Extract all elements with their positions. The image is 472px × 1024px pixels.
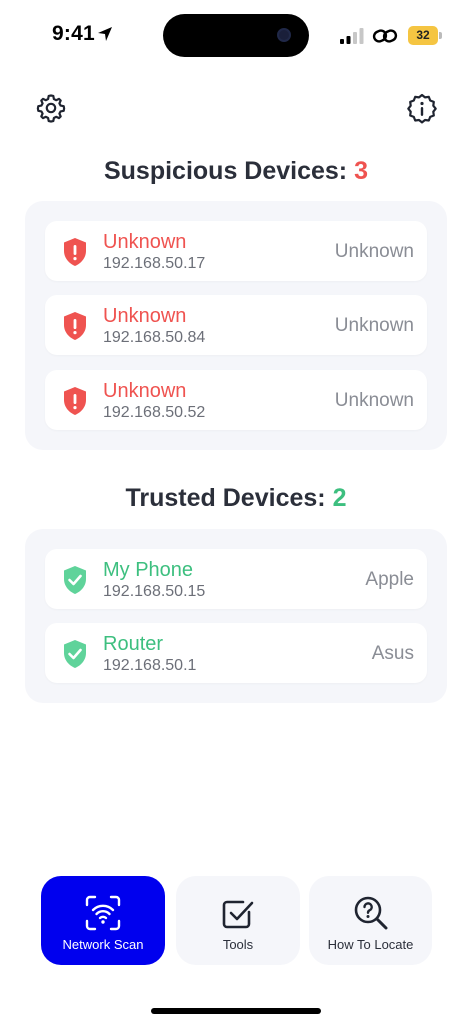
device-ip: 192.168.50.15 [103,583,206,600]
device-row[interactable]: My Phone 192.168.50.15 Apple [45,549,427,609]
battery-level: 32 [408,26,438,45]
cellular-signal-icon [340,28,364,44]
info-icon[interactable] [406,93,438,125]
device-name: Unknown [103,305,187,327]
device-ip: 192.168.50.84 [103,329,206,346]
tab-label: Tools [222,937,254,952]
search-question-icon [354,896,387,930]
suspicious-count: 3 [354,157,368,185]
tab-network-scan[interactable]: Network Scan [41,876,165,965]
device-name: Unknown [103,231,187,253]
tab-tools[interactable]: Tools [176,876,300,965]
trusted-devices-title: Trusted Devices: 2 [125,484,347,512]
device-vendor: Unknown [334,390,414,411]
status-bar: 9:41 32 [0,0,472,70]
home-indicator [151,1008,321,1014]
device-row[interactable]: Router 192.168.50.1 Asus [45,623,427,683]
shield-alert-icon [64,312,86,340]
suspicious-devices-title: Suspicious Devices: 3 [103,157,368,185]
device-ip: 192.168.50.52 [103,404,206,421]
wifi-scan-icon [85,895,121,931]
trusted-count: 2 [332,484,347,512]
tab-label: Network Scan [62,937,144,952]
trusted-devices-panel: My Phone 192.168.50.15 Apple Router 192.… [25,529,447,703]
battery-icon: 32 [408,26,442,45]
device-name: Unknown [103,380,187,402]
tab-label: How To Locate [327,937,414,952]
device-vendor: Asus [371,643,414,664]
device-row[interactable]: Unknown 192.168.50.52 Unknown [45,370,427,430]
suspicious-devices-panel: Unknown 192.168.50.17 Unknown Unknown 19… [25,201,447,450]
device-name: My Phone [103,559,194,581]
dynamic-island [163,14,309,57]
status-time: 9:41 [52,22,95,45]
gear-icon[interactable] [36,93,66,123]
device-name: Router [103,633,164,655]
link-icon [372,29,398,43]
location-arrow-icon [98,27,112,41]
shield-check-icon [64,566,86,594]
device-vendor: Unknown [334,241,414,262]
device-ip: 192.168.50.1 [103,657,197,674]
device-vendor: Apple [365,569,414,590]
shield-check-icon [64,640,86,668]
device-vendor: Unknown [334,315,414,336]
shield-alert-icon [64,238,86,266]
device-ip: 192.168.50.17 [103,255,206,272]
tab-how-to-locate[interactable]: How To Locate [309,876,432,965]
checkbox-icon [222,900,254,929]
device-row[interactable]: Unknown 192.168.50.17 Unknown [45,221,427,281]
device-row[interactable]: Unknown 192.168.50.84 Unknown [45,295,427,355]
shield-alert-icon [64,387,86,415]
camera-icon [277,28,291,42]
